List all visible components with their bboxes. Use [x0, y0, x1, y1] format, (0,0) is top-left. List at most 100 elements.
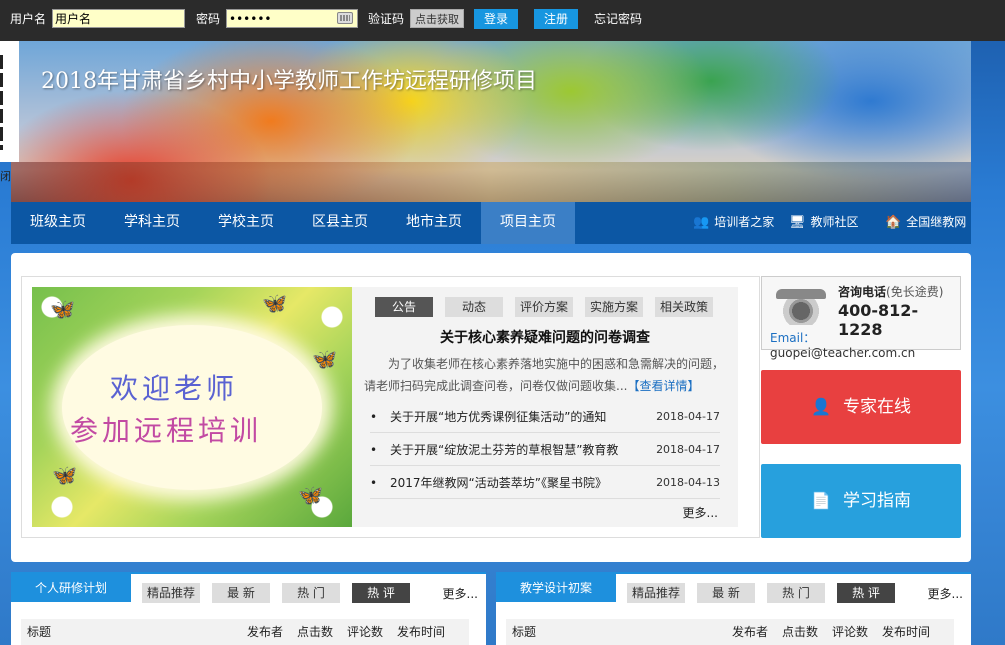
table-header: 标题 发布者 点击数 评论数 发布时间: [21, 619, 469, 645]
panel-more-link[interactable]: 更多...: [443, 585, 478, 602]
butterfly-icon: 🦋: [298, 483, 323, 507]
col-publisher: 发布者: [247, 625, 284, 639]
keyboard-icon[interactable]: [337, 12, 353, 24]
nav-link-national[interactable]: 🏠 全国继教网: [885, 202, 966, 244]
news-item-title: 关于开展“绽放泥土芬芳的草根智慧”教育教: [390, 443, 619, 457]
nav-item-class[interactable]: 班级主页: [11, 202, 105, 244]
expert-online-label: 专家在线: [842, 397, 911, 417]
tab-latest[interactable]: 最 新: [212, 583, 270, 603]
login-bar: 用户名 密码 验证码 点击获取 登录 注册 忘记密码: [0, 0, 1005, 41]
view-details-link[interactable]: 【查看详情】: [627, 379, 699, 393]
nav-item-city[interactable]: 地市主页: [387, 202, 481, 244]
header-banner: 2018年甘肃省乡村中小学教师工作坊远程研修项目: [11, 41, 971, 202]
tab-announcement[interactable]: 公告: [375, 297, 433, 317]
welcome-line-2: 参加远程培训: [70, 414, 263, 447]
tab-policy[interactable]: 相关政策: [655, 297, 713, 317]
news-item-date: 2018-04-17: [656, 443, 720, 456]
people-icon: 👥: [693, 215, 710, 230]
welcome-image-center: [62, 325, 322, 490]
butterfly-icon: 🦋: [312, 347, 337, 371]
content-box: 🦋 🦋 🦋 🦋 🦋 欢迎老师 参加远程培训 公告 动态 评价方案 实施方案 相关…: [21, 276, 760, 538]
username-label: 用户名: [10, 12, 47, 26]
nav-link-trainers-label: 培训者之家: [714, 215, 775, 229]
welcome-line-1: 欢迎老师: [110, 372, 239, 405]
login-button[interactable]: 登录: [474, 9, 518, 29]
home-icon: 🏠: [885, 215, 902, 230]
news-item-date: 2018-04-13: [656, 476, 720, 489]
user-icon: 👤: [811, 397, 831, 416]
nav-item-school[interactable]: 学校主页: [199, 202, 293, 244]
captcha-label: 验证码: [368, 12, 405, 26]
welcome-image[interactable]: 🦋 🦋 🦋 🦋 🦋 欢迎老师 参加远程培训: [32, 287, 352, 527]
col-publish-time: 发布时间: [882, 625, 931, 639]
hotline-title: 咨询电话(免长途费): [838, 283, 943, 300]
expert-online-button[interactable]: 👤 专家在线: [761, 370, 961, 444]
tab-news[interactable]: 动态: [445, 297, 503, 317]
nav-item-subject[interactable]: 学科主页: [105, 202, 199, 244]
forgot-password-link[interactable]: 忘记密码: [594, 10, 642, 27]
tab-featured[interactable]: 精品推荐: [142, 583, 200, 603]
tab-hot[interactable]: 热 门: [767, 583, 825, 603]
study-guide-label: 学习指南: [842, 491, 911, 511]
nav-link-community[interactable]: 🖥 教师社区: [789, 202, 859, 244]
panel-personal-plan: 个人研修计划 精品推荐 最 新 热 门 热 评 更多... 标题 发布者 点击数…: [11, 572, 486, 645]
col-title: 标题: [512, 625, 537, 639]
register-button[interactable]: 注册: [534, 9, 578, 29]
main-nav: 班级主页 学科主页 学校主页 区县主页 地市主页 项目主页 👥 培训者之家 🖥 教师…: [11, 202, 971, 244]
butterfly-icon: 🦋: [50, 297, 75, 321]
panel-header: 教学设计初案 精品推荐 最 新 热 门 热 评 更多...: [496, 572, 971, 603]
page-title: 2018年甘肃省乡村中小学教师工作坊远程研修项目: [41, 69, 537, 94]
col-clicks: 点击数: [297, 625, 334, 639]
email-label: Email：: [770, 331, 816, 345]
news-item[interactable]: • 关于开展“地方优秀课例征集活动”的通知 2018-04-17: [370, 401, 720, 433]
hotline-title-text: 咨询电话: [838, 285, 887, 299]
news-item-date: 2018-04-17: [656, 410, 720, 423]
tab-implementation[interactable]: 实施方案: [585, 297, 643, 317]
hotline-email: Email：guopei@teacher.com.cn: [770, 329, 960, 360]
panel-more-link[interactable]: 更多...: [928, 585, 963, 602]
news-section: 公告 动态 评价方案 实施方案 相关政策 关于核心素养疑难问题的问卷调查 为了收…: [352, 287, 738, 527]
banner-decoration: [11, 162, 971, 202]
col-publisher: 发布者: [732, 625, 769, 639]
tab-hot-comments[interactable]: 热 评: [352, 583, 410, 603]
get-code-button[interactable]: 点击获取: [410, 9, 464, 28]
hotline-box: 咨询电话(免长途费) 400-812-1228 Email：guopei@tea…: [761, 276, 961, 360]
monitor-icon: 🖥: [789, 215, 806, 230]
side-tab-close-label[interactable]: 闭: [0, 168, 11, 184]
username-input[interactable]: [52, 9, 185, 28]
panel-teaching-design: 教学设计初案 精品推荐 最 新 热 门 热 评 更多... 标题 发布者 点击数…: [496, 572, 971, 645]
news-item-title: 2017年继教网“活动荟萃坊”《聚星书院》: [390, 476, 607, 490]
nav-item-county[interactable]: 区县主页: [293, 202, 387, 244]
col-publish-time: 发布时间: [397, 625, 446, 639]
table-header: 标题 发布者 点击数 评论数 发布时间: [506, 619, 954, 645]
panel-header: 个人研修计划 精品推荐 最 新 热 门 热 评 更多...: [11, 572, 486, 603]
news-headline[interactable]: 关于核心素养疑难问题的问卷调查: [352, 327, 738, 347]
nav-link-national-label: 全国继教网: [906, 215, 967, 229]
bullet-icon: •: [370, 476, 378, 490]
butterfly-icon: 🦋: [262, 291, 287, 315]
panel-title: 个人研修计划: [11, 574, 131, 602]
tab-hot-comments[interactable]: 热 评: [837, 583, 895, 603]
col-title: 标题: [27, 625, 52, 639]
news-summary: 为了收集老师在核心素养落地实施中的困惑和急需解决的问题，请老师扫码完成此调查问卷…: [364, 353, 728, 397]
tab-latest[interactable]: 最 新: [697, 583, 755, 603]
telephone-icon: [772, 287, 830, 325]
col-clicks: 点击数: [782, 625, 819, 639]
document-icon: 📄: [811, 491, 831, 510]
hotline-subtitle: (免长途费): [886, 285, 944, 299]
nav-link-community-label: 教师社区: [810, 215, 859, 229]
tab-hot[interactable]: 热 门: [282, 583, 340, 603]
tab-evaluation[interactable]: 评价方案: [515, 297, 573, 317]
news-more-link[interactable]: 更多...: [683, 504, 718, 521]
butterfly-icon: 🦋: [52, 463, 77, 487]
email-address[interactable]: guopei@teacher.com.cn: [770, 346, 915, 360]
bullet-icon: •: [370, 410, 378, 424]
news-item[interactable]: • 2017年继教网“活动荟萃坊”《聚星书院》 2018-04-13: [370, 467, 720, 499]
side-float-tab[interactable]: [0, 41, 19, 162]
nav-link-trainers[interactable]: 👥 培训者之家: [693, 202, 774, 244]
news-item[interactable]: • 关于开展“绽放泥土芬芳的草根智慧”教育教 2018-04-17: [370, 434, 720, 466]
tab-featured[interactable]: 精品推荐: [627, 583, 685, 603]
col-comments: 评论数: [347, 625, 384, 639]
study-guide-button[interactable]: 📄 学习指南: [761, 464, 961, 538]
nav-item-project[interactable]: 项目主页: [481, 202, 575, 244]
